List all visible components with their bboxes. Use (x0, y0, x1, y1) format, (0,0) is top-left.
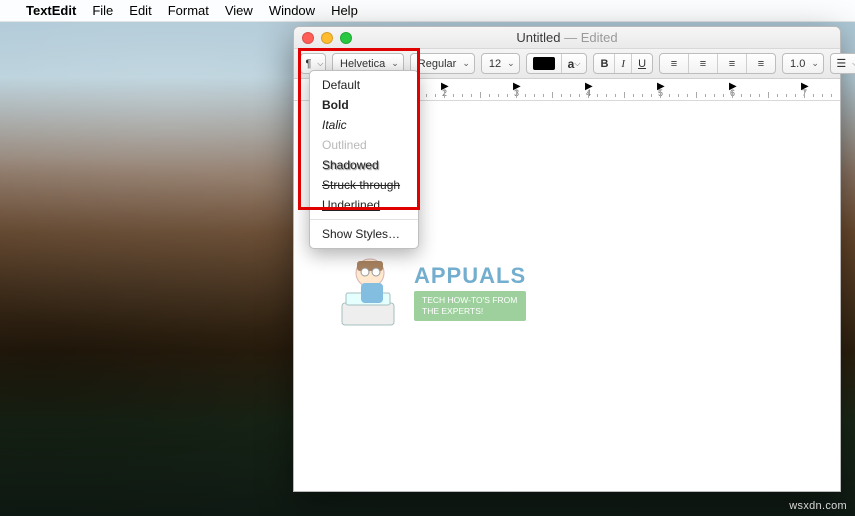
align-center-button[interactable]: ≡ (688, 54, 717, 73)
menu-edit[interactable]: Edit (129, 3, 151, 18)
font-weight-select[interactable]: Regular⌄ (410, 53, 475, 74)
window-title: Untitled — Edited (294, 30, 840, 45)
pilcrow-icon: ¶ (306, 58, 312, 70)
italic-button[interactable]: I (614, 54, 631, 73)
font-size-select[interactable]: 12⌄ (481, 53, 520, 74)
line-spacing-select[interactable]: 1.0⌄ (782, 53, 824, 74)
styles-dropdown: Default Bold Italic Outlined Shadowed St… (309, 70, 419, 249)
style-item-struck[interactable]: Struck through (310, 175, 418, 195)
menu-format[interactable]: Format (168, 3, 209, 18)
menu-help[interactable]: Help (331, 3, 358, 18)
text-align-group: ≡ ≡ ≡ ≡ (659, 53, 776, 74)
bold-button[interactable]: B (594, 54, 614, 73)
app-menu[interactable]: TextEdit (26, 3, 76, 18)
show-styles-item[interactable]: Show Styles… (310, 224, 418, 244)
list-style-select[interactable]: ☰⌵ (830, 53, 855, 74)
style-item-default[interactable]: Default (310, 75, 418, 95)
style-item-bold[interactable]: Bold (310, 95, 418, 115)
menu-view[interactable]: View (225, 3, 253, 18)
align-right-button[interactable]: ≡ (717, 54, 746, 73)
text-style-group: B I U (593, 53, 653, 74)
style-item-italic[interactable]: Italic (310, 115, 418, 135)
align-right-icon: ≡ (724, 58, 740, 70)
menu-window[interactable]: Window (269, 3, 315, 18)
text-color-control[interactable]: a⌵ (526, 53, 588, 74)
zoom-button[interactable] (340, 32, 352, 44)
list-icon: ☰ (836, 57, 846, 70)
style-item-shadowed[interactable]: Shadowed (310, 155, 418, 175)
menu-file[interactable]: File (92, 3, 113, 18)
close-button[interactable] (302, 32, 314, 44)
align-left-button[interactable]: ≡ (660, 54, 688, 73)
style-item-outlined: Outlined (310, 135, 418, 155)
align-justify-icon: ≡ (753, 58, 769, 70)
system-menubar: TextEdit File Edit Format View Window He… (0, 0, 855, 22)
align-justify-button[interactable]: ≡ (746, 54, 775, 73)
align-left-icon: ≡ (666, 58, 682, 70)
minimize-button[interactable] (321, 32, 333, 44)
source-label: wsxdn.com (789, 500, 847, 512)
align-center-icon: ≡ (695, 58, 711, 70)
color-swatch-icon (533, 57, 555, 70)
underline-button[interactable]: U (631, 54, 652, 73)
style-item-underlined[interactable]: Underlined (310, 195, 418, 215)
window-titlebar[interactable]: Untitled — Edited (294, 27, 840, 49)
text-color-icon: a (568, 57, 575, 71)
